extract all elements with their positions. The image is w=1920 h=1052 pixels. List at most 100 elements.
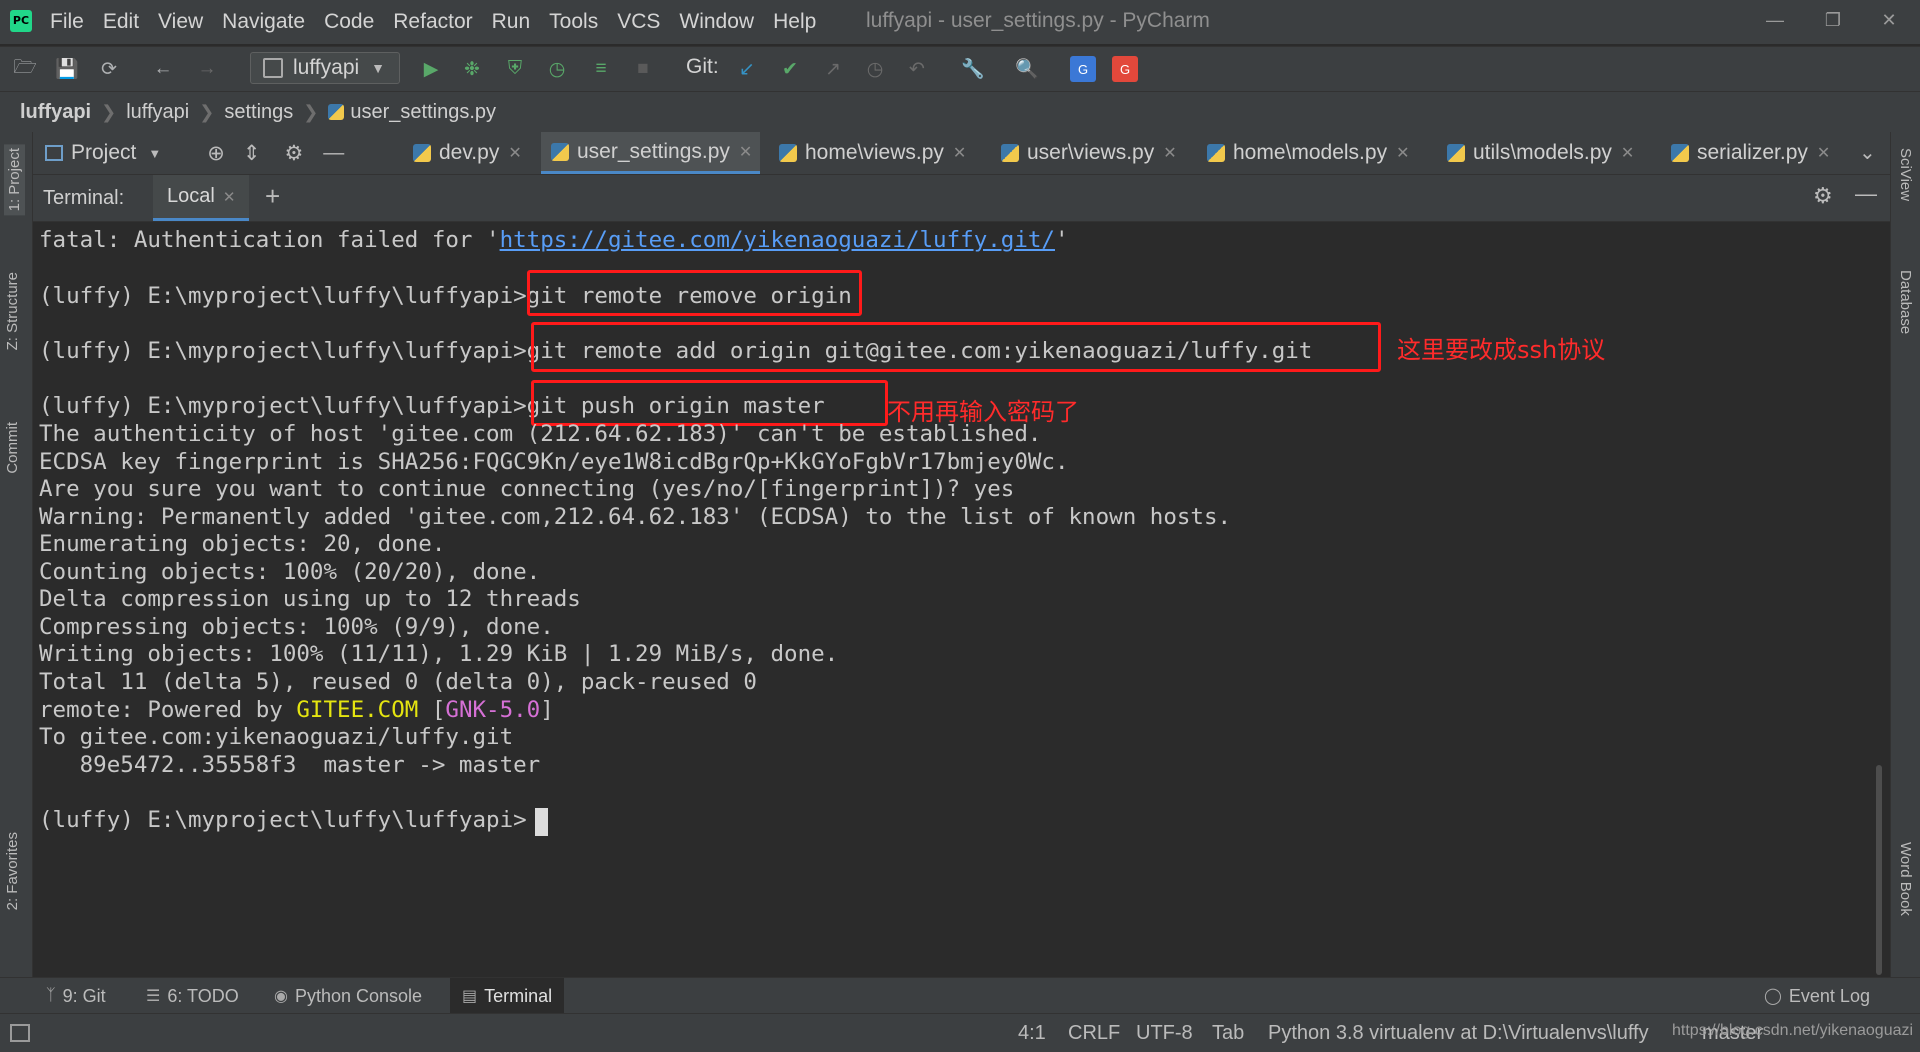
project-icon (45, 145, 63, 161)
project-panel-header[interactable]: Project ▼ ⊕ ⇕ ⚙ — (33, 132, 344, 174)
translate-alt-icon[interactable]: G (1112, 56, 1138, 82)
breadcrumb-project[interactable]: luffyapi (20, 101, 91, 124)
run-config-label: luffyapi (293, 56, 360, 79)
stripe-favorites[interactable]: 2: Favorites (4, 832, 21, 910)
close-icon[interactable]: ✕ (508, 143, 521, 163)
close-icon[interactable]: ✕ (1621, 143, 1634, 163)
terminal-header: Terminal: Local ✕ + ⚙ — (33, 175, 1890, 222)
close-window-button[interactable]: ✕ (1866, 4, 1912, 36)
collapse-icon[interactable]: ⇕ (243, 141, 261, 166)
menu-tools[interactable]: Tools (549, 10, 598, 34)
menu-view[interactable]: View (158, 10, 203, 34)
tab-serializer-py[interactable]: serializer.py ✕ (1661, 132, 1838, 174)
run-icon[interactable]: ▶ (418, 56, 444, 82)
save-all-icon[interactable]: 💾 (54, 56, 80, 82)
tab-utils-models-py[interactable]: utils\models.py ✕ (1437, 132, 1642, 174)
close-icon[interactable]: ✕ (739, 142, 752, 162)
tab-label: dev.py (439, 141, 500, 164)
close-icon[interactable]: ✕ (1817, 143, 1830, 163)
tabs-overflow-chevron-icon[interactable]: ⌄ (1859, 140, 1876, 165)
breadcrumb-folder[interactable]: luffyapi (126, 101, 189, 124)
back-icon[interactable]: ← (150, 56, 176, 82)
translate-icon[interactable]: G (1070, 56, 1096, 82)
git-push-icon[interactable]: ↗ (820, 56, 846, 82)
run-config-select[interactable]: luffyapi ▼ (250, 52, 400, 84)
hide-panel-icon[interactable]: — (1855, 181, 1877, 207)
python-file-icon (551, 142, 569, 161)
title-bar: PC File Edit View Navigate Code Refactor… (0, 0, 1920, 44)
git-history-icon[interactable]: ◷ (862, 56, 888, 82)
stripe-commit[interactable]: Commit (4, 422, 21, 474)
tab-home-views-py[interactable]: home\views.py ✕ (769, 132, 974, 174)
menu-edit[interactable]: Edit (103, 10, 139, 34)
forward-icon[interactable]: → (194, 56, 220, 82)
minimize-button[interactable]: — (1752, 4, 1798, 36)
hide-panel-icon[interactable]: — (323, 141, 344, 165)
close-icon[interactable]: ✕ (1396, 143, 1409, 163)
stop-icon[interactable]: ■ (630, 56, 656, 82)
status-line-separator[interactable]: CRLF (1068, 1022, 1120, 1045)
menu-help[interactable]: Help (773, 10, 816, 34)
settings-wrench-icon[interactable]: 🔧 (960, 56, 986, 82)
breadcrumb-separator-icon: ❯ (199, 101, 215, 122)
tool-python-console[interactable]: ◉ Python Console (262, 978, 434, 1014)
menu-run[interactable]: Run (492, 10, 531, 34)
list-icon: ☰ (146, 988, 161, 1005)
status-encoding[interactable]: UTF-8 (1136, 1022, 1193, 1045)
breadcrumb-file[interactable]: user_settings.py (350, 101, 496, 124)
open-folder-icon[interactable]: 🗁 (12, 56, 38, 82)
stripe-project[interactable]: 1: Project (4, 144, 25, 216)
menu-file[interactable]: File (50, 10, 84, 34)
terminal-prompt: (luffy) E:\myproject\luffy\luffyapi> (39, 338, 527, 364)
menu-navigate[interactable]: Navigate (222, 10, 305, 34)
toggle-tool-windows-icon[interactable] (10, 1024, 30, 1042)
terminal-line: Compressing objects: 100% (9/9), done. (39, 614, 554, 640)
tab-terminal-local[interactable]: Local ✕ (153, 175, 250, 221)
git-commit-icon[interactable]: ✔ (777, 56, 803, 82)
build-icon[interactable]: ≡ (588, 56, 614, 82)
breadcrumb-settings[interactable]: settings (224, 101, 293, 124)
search-icon[interactable]: 🔍 (1014, 56, 1040, 82)
close-icon[interactable]: ✕ (953, 143, 966, 163)
menu-window[interactable]: Window (679, 10, 754, 34)
stripe-word-book[interactable]: Word Book (1897, 842, 1914, 916)
coverage-icon[interactable]: ⛨ (502, 56, 528, 82)
tab-dev-py[interactable]: dev.py ✕ (403, 132, 530, 174)
chevron-down-icon[interactable]: ▼ (148, 146, 161, 161)
python-file-icon (328, 104, 345, 120)
new-session-plus-icon[interactable]: + (265, 181, 280, 212)
git-rollback-icon[interactable]: ↶ (904, 56, 930, 82)
gear-icon[interactable]: ⚙ (284, 141, 303, 166)
tool-terminal[interactable]: ▤ Terminal (450, 978, 565, 1014)
menu-refactor[interactable]: Refactor (393, 10, 472, 34)
debug-icon[interactable]: ❉ (459, 56, 485, 82)
tool-git[interactable]: ᛉ 9: Git (34, 978, 118, 1014)
tab-user-settings-py[interactable]: user_settings.py ✕ (541, 132, 761, 174)
close-icon[interactable]: ✕ (223, 188, 236, 206)
terminal-line: The authenticity of host 'gitee.com (212… (39, 421, 1042, 447)
breadcrumb-separator-icon: ❯ (303, 101, 319, 122)
terminal-output[interactable]: fatal: Authentication failed for 'https:… (33, 222, 1873, 977)
profile-icon[interactable]: ◷ (544, 56, 570, 82)
tab-user-views-py[interactable]: user\views.py ✕ (991, 132, 1185, 174)
gear-icon[interactable]: ⚙ (1813, 183, 1833, 209)
stripe-structure[interactable]: Z: Structure (4, 272, 21, 350)
locate-icon[interactable]: ⊕ (207, 141, 225, 166)
restore-button[interactable]: ❐ (1810, 4, 1856, 36)
menu-vcs[interactable]: VCS (617, 10, 660, 34)
tool-todo[interactable]: ☰ 6: TODO (134, 978, 251, 1014)
git-update-icon[interactable]: ↙ (734, 56, 760, 82)
stripe-database[interactable]: Database (1897, 270, 1914, 334)
close-icon[interactable]: ✕ (1163, 143, 1176, 163)
status-caret-position[interactable]: 4:1 (1018, 1022, 1046, 1045)
remote-url-link[interactable]: https://gitee.com/yikenaoguazi/luffy.git… (500, 227, 1055, 253)
terminal-scrollbar[interactable] (1876, 765, 1882, 975)
menu-code[interactable]: Code (324, 10, 374, 34)
stripe-sciview[interactable]: SciView (1897, 148, 1914, 201)
status-bar: 4:1 CRLF UTF-8 Tab Python 3.8 virtualenv… (0, 1013, 1920, 1052)
status-indent[interactable]: Tab (1212, 1022, 1244, 1045)
tab-home-models-py[interactable]: home\models.py ✕ (1197, 132, 1417, 174)
sync-icon[interactable]: ⟳ (96, 56, 122, 82)
status-interpreter[interactable]: Python 3.8 virtualenv at D:\Virtualenvs\… (1268, 1022, 1684, 1045)
tool-event-log[interactable]: ◯ Event Log (1752, 978, 1882, 1014)
